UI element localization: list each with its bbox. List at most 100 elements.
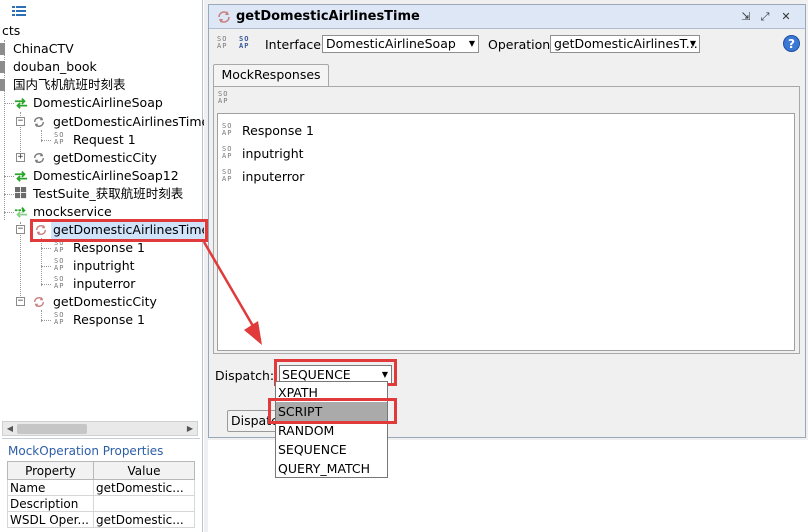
new-response-icon[interactable]: SO AP: [218, 91, 232, 107]
expand-icon[interactable]: +: [16, 153, 25, 162]
tree-item-label: TestSuite_获取航班时刻表: [33, 186, 184, 201]
tree-item-domesticairlinesoap12[interactable]: DomesticAirlineSoap12: [0, 167, 179, 185]
project-icon: [0, 43, 5, 55]
tree-root[interactable]: cts: [2, 22, 20, 40]
collapse-icon[interactable]: −: [16, 297, 25, 306]
operation-cycle-icon: [34, 116, 44, 128]
undock-icon[interactable]: ⇲: [739, 10, 753, 24]
dropdown-option-query-match[interactable]: QUERY_MATCH: [276, 459, 387, 478]
tree-item-label: Response 1: [73, 312, 145, 327]
tree-line: [4, 212, 14, 213]
tab-mockresponses[interactable]: MockResponses: [213, 64, 329, 86]
interface-arrows-icon: [14, 171, 28, 182]
mockoperation-properties-panel: MockOperation Properties Property Value …: [2, 438, 200, 532]
chevron-down-icon: ▼: [468, 39, 475, 48]
interface-label: Interface: [265, 37, 321, 52]
tree-line: [4, 176, 14, 177]
editor-title-bar: getDomesticAirlinesTime ⇲ ⤢ ✕: [209, 5, 805, 29]
navigator-panel: cts ChinaCTV douban_book 国内飞机航班时刻表 Domes…: [0, 0, 212, 532]
operation-label: Operation: [488, 37, 551, 52]
operation-select[interactable]: getDomesticAirlinesT... ▼: [550, 35, 700, 53]
interface-select-value: DomesticAirlineSoap: [326, 36, 456, 51]
project-icon: [0, 61, 5, 73]
mockresponse-list: SO AP Response 1 SO AP inputright SO AP inp…: [217, 113, 795, 351]
mockresponses-panel: SO AP SO AP Response 1 SO AP inputright SO A…: [213, 86, 800, 354]
tree-item-label: getDomesticAirlinesTime: [53, 114, 210, 129]
tree-item-airline-project[interactable]: 国内飞机航班时刻表: [0, 76, 126, 94]
tree-item-label: ChinaCTV: [13, 41, 74, 56]
list-item-response-1[interactable]: SO AP Response 1: [222, 122, 314, 140]
tree-item-douban-book[interactable]: douban_book: [0, 58, 97, 76]
mockoperation-editor-window: getDomesticAirlinesTime ⇲ ⤢ ✕ SO AP SO AP …: [208, 4, 806, 438]
tree-line: [41, 284, 51, 285]
property-value[interactable]: getDomestic...: [93, 479, 195, 496]
table-row[interactable]: Name getDomestic...: [7, 479, 195, 496]
dispatch-dropdown-list: XPATH SCRIPT RANDOM SEQUENCE QUERY_MATCH: [275, 381, 388, 478]
soap-response-icon: SO AP: [54, 257, 65, 272]
tree-item-label: 国内飞机航班时刻表: [13, 77, 126, 92]
tree-item-label: Request 1: [73, 132, 136, 147]
soap-add-icon[interactable]: SO AP: [239, 36, 253, 52]
property-value[interactable]: [93, 495, 195, 512]
tree-item-domesticairlinesoap[interactable]: DomesticAirlineSoap: [0, 94, 163, 112]
scrollbar-thumb[interactable]: [17, 424, 87, 434]
property-name: Description: [7, 495, 94, 512]
operation-select-value: getDomesticAirlinesT...: [554, 36, 698, 51]
maximize-icon[interactable]: ⤢: [758, 10, 772, 24]
collapse-icon[interactable]: −: [16, 117, 25, 126]
tree-view-icon[interactable]: [12, 5, 26, 17]
dispatch-label: Dispatch:: [215, 368, 275, 383]
properties-table: Property Value Name getDomestic... Descr…: [7, 461, 195, 528]
list-item-label: Response 1: [242, 123, 314, 138]
column-header-property[interactable]: Property: [7, 461, 94, 480]
list-item-inputright[interactable]: SO AP inputright: [222, 145, 304, 163]
soap-response-icon: SO AP: [222, 122, 233, 137]
editor-title: getDomesticAirlinesTime: [236, 9, 420, 24]
tree-line: [4, 194, 14, 195]
annotation-highlight-box: [268, 398, 397, 424]
soap-response-icon: SO AP: [54, 311, 65, 326]
tree-item-label: DomesticAirlineSoap: [33, 95, 163, 110]
close-icon[interactable]: ✕: [779, 10, 793, 24]
navigator-horizontal-scrollbar[interactable]: ◀ ▶: [2, 421, 198, 436]
mockservice-icon: [14, 207, 28, 218]
table-row[interactable]: Description: [7, 495, 195, 512]
tree-item-city-response-1[interactable]: SO AP Response 1: [0, 311, 145, 329]
tree-root-label: cts: [2, 23, 21, 38]
scroll-right-icon[interactable]: ▶: [184, 423, 196, 435]
mockoperation-cycle-icon: [218, 11, 230, 23]
column-header-value[interactable]: Value: [93, 461, 195, 480]
soap-response-icon: SO AP: [222, 168, 233, 183]
property-name: WSDL Oper...: [7, 511, 94, 528]
tree-item-operation-airlinestime[interactable]: − getDomesticAirlinesTime: [0, 113, 209, 131]
soap-request-icon: SO AP: [54, 131, 65, 146]
soap-response-icon: SO AP: [54, 275, 65, 290]
tree-item-operation-city[interactable]: + getDomesticCity: [0, 149, 157, 167]
tree-item-label: inputright: [73, 258, 135, 273]
tree-item-mock-inputright[interactable]: SO AP inputright: [0, 257, 135, 275]
tree-item-label: getDomesticCity: [53, 294, 157, 309]
dropdown-option-sequence[interactable]: SEQUENCE: [276, 440, 387, 459]
table-row[interactable]: WSDL Oper... getDomestic...: [7, 511, 195, 528]
scroll-left-icon[interactable]: ◀: [4, 423, 16, 435]
tree-line: [41, 248, 51, 249]
collapse-icon[interactable]: −: [16, 225, 25, 234]
interface-select[interactable]: DomesticAirlineSoap ▼: [322, 35, 479, 53]
tree-item-mockoperation-city[interactable]: − getDomesticCity: [0, 293, 157, 311]
soap-response-icon: SO AP: [222, 145, 233, 160]
testsuite-grid-icon: [15, 187, 27, 199]
tree-item-label: inputerror: [73, 276, 136, 291]
tree-item-request-1[interactable]: SO AP Request 1: [0, 131, 136, 149]
property-name: Name: [7, 479, 94, 496]
tree-item-testsuite[interactable]: TestSuite_获取航班时刻表: [0, 185, 183, 203]
property-value[interactable]: getDomestic...: [93, 511, 195, 528]
help-icon[interactable]: ?: [783, 35, 800, 52]
soap-icon[interactable]: SO AP: [217, 36, 231, 52]
tree-item-chinactv[interactable]: ChinaCTV: [0, 40, 74, 58]
tree-item-label: douban_book: [13, 59, 97, 74]
tab-toolbar: SO AP: [218, 89, 234, 109]
list-item-inputerror[interactable]: SO AP inputerror: [222, 168, 304, 186]
tree-item-label: DomesticAirlineSoap12: [33, 168, 179, 183]
soap-response-icon: SO AP: [54, 239, 65, 254]
tree-item-mock-inputerror[interactable]: SO AP inputerror: [0, 275, 135, 293]
